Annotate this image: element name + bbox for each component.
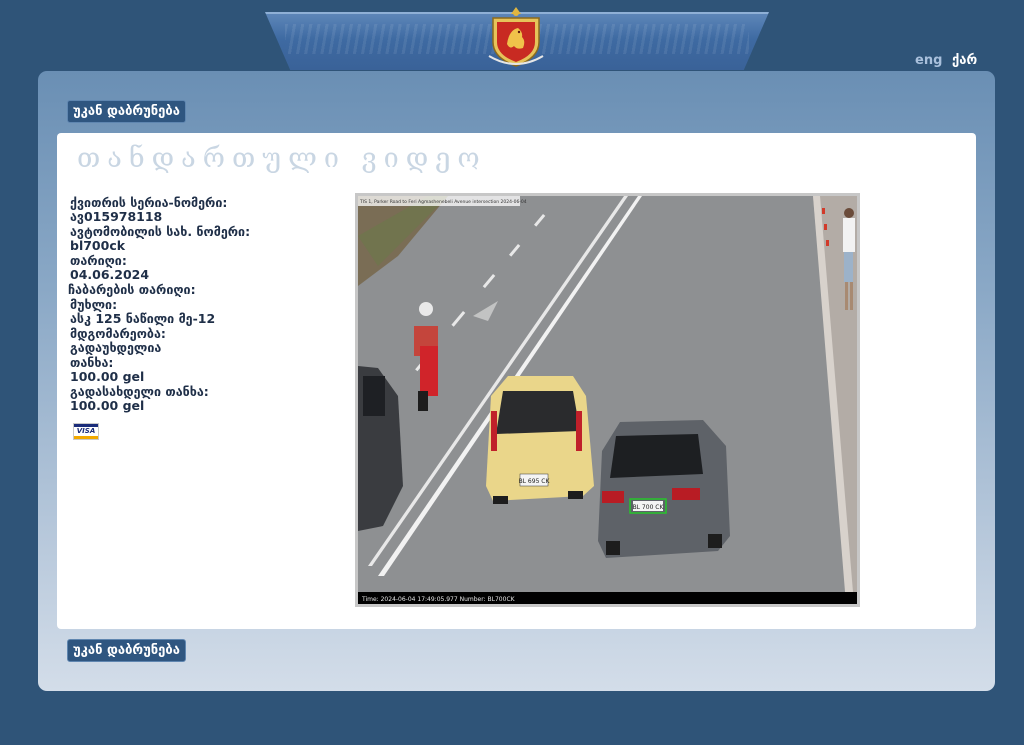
field-article: მუხლი: ასკ 125 ნაწილი მე-12 [70,298,340,326]
field-label: თანხა: [70,355,114,370]
video-overlay-bottom: Time: 2024-06-04 17:49:05.977 Number: BL… [361,596,516,603]
visa-card-icon[interactable]: VISA [73,423,99,440]
language-georgian-link[interactable]: ქარ [952,53,977,68]
field-label: გადასახდელი თანხა: [70,384,209,399]
video-frame[interactable]: BL 695 CK BL 700 CK TIS 1, Parker Road t… [358,196,857,604]
field-value: 04.06.2024 [70,267,150,282]
field-value: გადაუხდელია [70,340,162,355]
field-label: თარიღი: [70,253,127,268]
field-value: ავ015978118 [70,209,163,224]
field-label: ქვითრის სერია-ნომერი: [70,195,228,210]
details-card: თანდართული ვიდეო ქვითრის სერია-ნომერი: ა… [57,133,976,629]
field-amount: თანხა: 100.00 gel [70,356,340,384]
video-player[interactable]: BL 695 CK BL 700 CK TIS 1, Parker Road t… [355,193,860,607]
traffic-camera-still: BL 695 CK BL 700 CK TIS 1, Parker Road t… [358,196,857,604]
field-plate-number: ავტომობილის სახ. ნომერი: bl700ck [70,225,340,253]
fine-details: ქვითრის სერია-ნომერი: ავ015978118 ავტომო… [68,196,340,440]
back-button-bottom[interactable]: უკან დაბრუნება [67,639,186,662]
target-plate-label: BL 700 CK [633,504,665,511]
field-label: ჩაბარების თარიღი: [68,282,196,297]
field-delivery-date: ჩაბარების თარიღი: [68,282,340,297]
field-label: მუხლი: [70,297,118,312]
field-value: 100.00 gel [70,369,145,384]
language-english-link[interactable]: eng [915,53,942,68]
video-overlay-top: TIS 1, Parker Road to Feri Agmashenebeli… [359,199,527,205]
field-receipt-number: ქვითრის სერია-ნომერი: ავ015978118 [70,196,340,224]
page-title: თანდართული ვიდეო [77,143,487,174]
field-value: bl700ck [70,238,126,253]
field-amount-due: გადასახდელი თანხა: 100.00 gel [70,385,340,413]
field-status: მდგომარეობა: გადაუხდელია [70,327,340,355]
field-date: თარიღი: 04.06.2024 [70,254,340,282]
field-value: 100.00 gel [70,398,145,413]
field-label: ავტომობილის სახ. ნომერი: [70,224,251,239]
field-value: ასკ 125 ნაწილი მე-12 [70,311,216,326]
back-button-top[interactable]: უკან დაბრუნება [67,100,186,123]
field-label: მდგომარეობა: [70,326,166,341]
front-plate-label: BL 695 CK [519,478,551,485]
georgia-police-emblem-icon [488,7,544,67]
